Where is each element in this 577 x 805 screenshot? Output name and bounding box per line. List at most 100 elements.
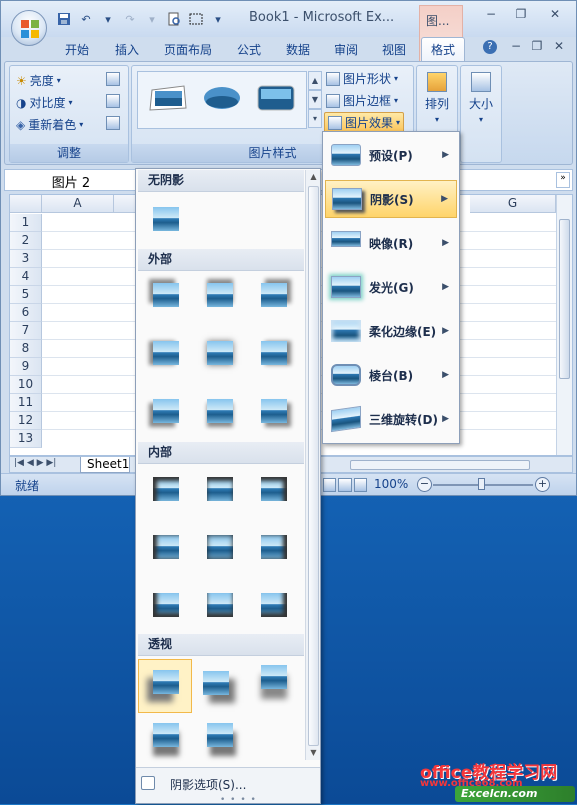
recolor-button[interactable]: ◈ 重新着色 ▾ (16, 116, 83, 133)
formula-expand-icon[interactable]: » (556, 172, 570, 188)
maximize-button[interactable]: ❐ (511, 7, 531, 25)
shadow-option-inner[interactable] (200, 471, 238, 505)
shadow-option-perspective[interactable] (196, 665, 234, 699)
tab-format[interactable]: 格式 (421, 37, 466, 61)
shadow-option-inner[interactable] (254, 529, 292, 563)
shadow-option-inner[interactable] (200, 529, 238, 563)
scroll-down-icon[interactable]: ▼ (308, 90, 322, 109)
shadow-option-outer[interactable] (254, 393, 292, 427)
picture-styles-gallery[interactable] (137, 71, 307, 129)
shadow-option-outer[interactable] (146, 277, 184, 311)
sheet-tab-sheet1[interactable]: Sheet1 (80, 457, 130, 473)
close-button[interactable]: ✕ (545, 7, 565, 25)
row-header[interactable]: 5 (10, 286, 42, 304)
doc-close-button[interactable]: ✕ (549, 39, 569, 57)
column-header-b[interactable] (114, 195, 136, 213)
row-header[interactable]: 12 (10, 412, 42, 430)
scroll-thumb[interactable] (308, 186, 319, 746)
change-picture-button[interactable] (106, 94, 120, 108)
shadow-option-outer[interactable] (146, 393, 184, 427)
zoom-out-icon[interactable]: − (417, 477, 432, 492)
row-header[interactable]: 11 (10, 394, 42, 412)
name-box[interactable]: 图片 2 (10, 172, 132, 191)
column-header-a[interactable]: A (42, 195, 114, 213)
help-button[interactable]: ? (483, 40, 497, 54)
page-break-view-icon[interactable] (353, 478, 367, 492)
gallery-more-icon[interactable]: ▾ (308, 109, 322, 128)
row-header[interactable]: 13 (10, 430, 42, 448)
tab-view[interactable]: 视图 (382, 41, 406, 58)
undo-icon[interactable]: ↶ (77, 10, 95, 28)
shadow-option-perspective[interactable] (146, 717, 184, 751)
print-preview-icon[interactable] (165, 10, 183, 28)
column-header-g[interactable]: G (470, 195, 556, 213)
shadow-option-inner[interactable] (146, 529, 184, 563)
shadow-option-none[interactable] (146, 201, 184, 235)
tab-insert[interactable]: 插入 (115, 41, 139, 58)
select-all-corner[interactable] (10, 195, 42, 213)
shadow-option-outer[interactable] (200, 277, 238, 311)
chevron-down-icon[interactable]: ▾ (99, 10, 117, 28)
select-icon[interactable] (187, 10, 205, 28)
minimize-button[interactable]: − (481, 7, 501, 25)
menu-item-3d-rotation[interactable]: 三维旋转(D) ▶ (325, 400, 457, 438)
scroll-down-icon[interactable]: ▼ (308, 748, 319, 759)
picture-style-thumbnail[interactable] (148, 82, 188, 114)
menu-item-shadow[interactable]: 阴影(S) ▶ (325, 180, 457, 218)
arrange-button[interactable]: 排列 ▾ (425, 72, 449, 124)
shadow-gallery-scrollbar[interactable]: ▲ ▼ (305, 170, 320, 760)
shadow-option-inner[interactable] (146, 587, 184, 621)
picture-shape-button[interactable]: 图片形状 ▾ (326, 70, 398, 87)
row-header[interactable]: 10 (10, 376, 42, 394)
office-button[interactable] (11, 10, 47, 46)
shadow-option-perspective-selected[interactable] (138, 659, 192, 713)
menu-item-bevel[interactable]: 棱台(B) ▶ (325, 356, 457, 394)
tab-home[interactable]: 开始 (65, 41, 89, 58)
tab-review[interactable]: 审阅 (334, 41, 358, 58)
size-button[interactable]: 大小 ▾ (469, 72, 493, 124)
doc-restore-button[interactable]: ❐ (527, 39, 547, 57)
menu-item-reflection[interactable]: 映像(R) ▶ (325, 224, 457, 262)
chevron-down-icon[interactable]: ▾ (143, 10, 161, 28)
reset-picture-button[interactable] (106, 116, 120, 130)
redo-icon[interactable]: ↷ (121, 10, 139, 28)
shadow-options-item[interactable]: 阴影选项(S)... • • • • (136, 767, 320, 805)
shadow-option-inner[interactable] (200, 587, 238, 621)
shadow-option-perspective[interactable] (254, 659, 292, 693)
page-layout-view-icon[interactable] (338, 478, 352, 492)
menu-item-soft-edges[interactable]: 柔化边缘(E) ▶ (325, 312, 457, 350)
row-header[interactable]: 2 (10, 232, 42, 250)
shadow-option-outer[interactable] (254, 277, 292, 311)
row-header[interactable]: 3 (10, 250, 42, 268)
row-header[interactable]: 8 (10, 340, 42, 358)
zoom-level[interactable]: 100% (374, 477, 408, 491)
customize-icon[interactable]: ▾ (209, 10, 227, 28)
shadow-option-inner[interactable] (146, 471, 184, 505)
shadow-option-inner[interactable] (254, 587, 292, 621)
row-header[interactable]: 4 (10, 268, 42, 286)
doc-minimize-button[interactable]: − (506, 39, 526, 57)
normal-view-icon[interactable] (323, 478, 337, 492)
row-header[interactable]: 7 (10, 322, 42, 340)
gallery-scroll[interactable]: ▲ ▼ ▾ (308, 71, 322, 129)
vertical-scrollbar[interactable] (556, 195, 572, 455)
picture-style-thumbnail[interactable] (202, 82, 242, 114)
shadow-option-outer[interactable] (254, 335, 292, 369)
picture-style-thumbnail[interactable] (256, 82, 296, 114)
row-header[interactable]: 9 (10, 358, 42, 376)
shadow-option-outer[interactable] (200, 335, 238, 369)
compress-pictures-button[interactable] (106, 72, 120, 86)
sheet-nav-icon[interactable]: |◀ ◀ ▶ ▶| (14, 458, 56, 468)
tab-page-layout[interactable]: 页面布局 (164, 41, 212, 58)
shadow-option-inner[interactable] (254, 471, 292, 505)
brightness-button[interactable]: ☀ 亮度 ▾ (16, 72, 61, 89)
shadow-option-outer[interactable] (200, 393, 238, 427)
menu-item-preset[interactable]: 预设(P) ▶ (325, 136, 457, 174)
zoom-slider-handle[interactable] (478, 478, 485, 490)
picture-effects-button[interactable]: 图片效果 ▾ (324, 112, 405, 133)
scroll-up-icon[interactable]: ▲ (308, 172, 319, 183)
save-icon[interactable] (55, 10, 73, 28)
vertical-scroll-thumb[interactable] (559, 219, 570, 379)
menu-item-glow[interactable]: 发光(G) ▶ (325, 268, 457, 306)
tab-formulas[interactable]: 公式 (237, 41, 261, 58)
